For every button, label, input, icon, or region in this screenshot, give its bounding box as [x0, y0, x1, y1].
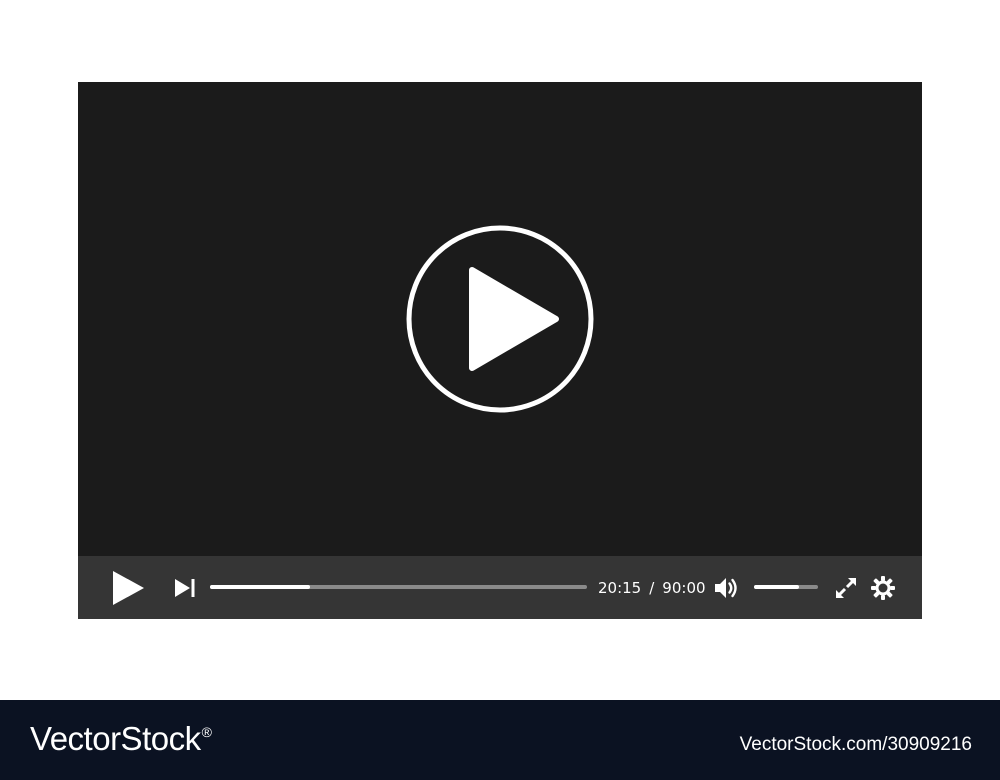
play-icon [113, 571, 144, 605]
play-circle-icon [406, 225, 594, 413]
volume-fill [754, 585, 799, 589]
time-display: 20:15 / 90:00 [598, 578, 706, 598]
image-id: VectorStock.com/30909216 [739, 734, 972, 755]
control-bar: 20:15 / 90:00 [78, 556, 922, 619]
settings-button[interactable] [870, 575, 896, 601]
big-play-button[interactable] [406, 225, 594, 413]
total-time: 90:00 [662, 579, 706, 597]
vectorstock-logo: VectorStock® [30, 720, 212, 758]
video-player: 20:15 / 90:00 [78, 82, 922, 619]
progress-bar[interactable] [210, 585, 587, 589]
current-time: 20:15 [598, 579, 642, 597]
volume-icon [715, 578, 737, 598]
next-button[interactable] [173, 576, 197, 600]
skip-next-icon [175, 579, 195, 597]
volume-slider[interactable] [754, 585, 818, 589]
watermark-footer: VectorStock® VectorStock.com/30909216 [0, 700, 1000, 780]
play-button[interactable] [111, 570, 145, 606]
time-separator: / [649, 579, 655, 597]
progress-fill [210, 585, 310, 589]
gear-icon [871, 576, 895, 600]
brand-name: VectorStock [30, 720, 201, 757]
video-area[interactable] [78, 82, 922, 556]
volume-button[interactable] [714, 576, 740, 600]
registered-mark: ® [201, 724, 212, 740]
fullscreen-button[interactable] [834, 576, 858, 600]
fullscreen-icon [836, 578, 856, 598]
